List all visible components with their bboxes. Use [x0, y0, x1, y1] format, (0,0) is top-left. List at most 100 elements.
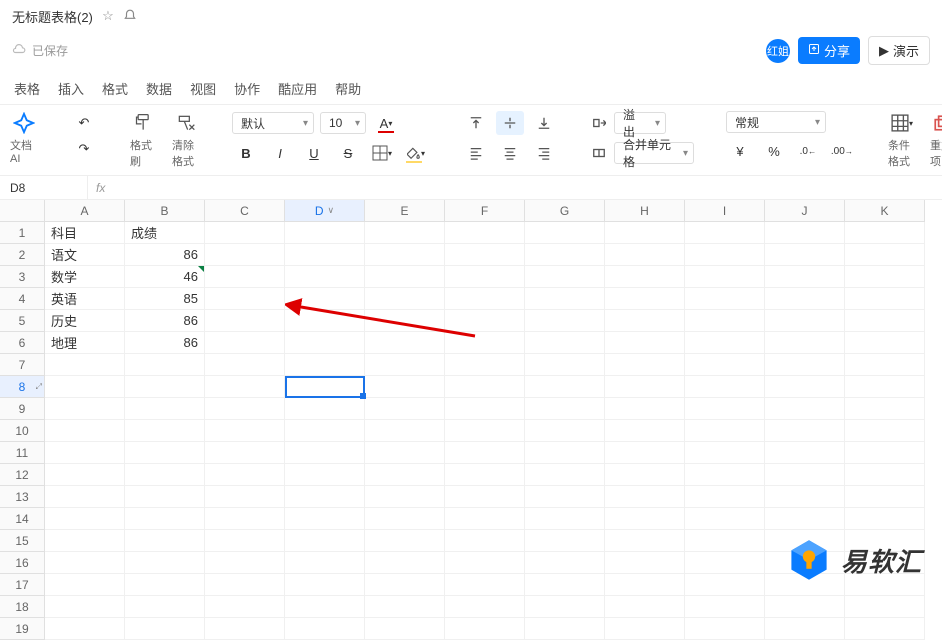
cell-J7[interactable]: [765, 354, 845, 376]
cell-D17[interactable]: [285, 574, 365, 596]
cell-K17[interactable]: [845, 574, 925, 596]
row-header-11[interactable]: 11: [0, 442, 45, 464]
fx-icon[interactable]: fx: [88, 181, 113, 195]
cell-D18[interactable]: [285, 596, 365, 618]
cell-J17[interactable]: [765, 574, 845, 596]
cell-A2[interactable]: 语文: [45, 244, 125, 266]
cell-D7[interactable]: [285, 354, 365, 376]
valign-top-icon[interactable]: [462, 111, 490, 135]
wrap-icon[interactable]: [590, 111, 608, 135]
cell-H4[interactable]: [605, 288, 685, 310]
cell-I6[interactable]: [685, 332, 765, 354]
menu-coolapp[interactable]: 酷应用: [278, 79, 317, 98]
cell-H1[interactable]: [605, 222, 685, 244]
cell-B13[interactable]: [125, 486, 205, 508]
col-header-A[interactable]: A: [45, 200, 125, 222]
col-header-I[interactable]: I: [685, 200, 765, 222]
cell-A13[interactable]: [45, 486, 125, 508]
cell-B17[interactable]: [125, 574, 205, 596]
cell-E3[interactable]: [365, 266, 445, 288]
cell-D15[interactable]: [285, 530, 365, 552]
cell-D13[interactable]: [285, 486, 365, 508]
cell-H13[interactable]: [605, 486, 685, 508]
clear-format-icon[interactable]: [172, 111, 200, 135]
cell-K16[interactable]: [845, 552, 925, 574]
cell-B12[interactable]: [125, 464, 205, 486]
cell-A4[interactable]: 英语: [45, 288, 125, 310]
cell-D5[interactable]: [285, 310, 365, 332]
cell-I4[interactable]: [685, 288, 765, 310]
cell-F12[interactable]: [445, 464, 525, 486]
cell-J19[interactable]: [765, 618, 845, 640]
cell-A14[interactable]: [45, 508, 125, 530]
cell-H3[interactable]: [605, 266, 685, 288]
cell-B14[interactable]: [125, 508, 205, 530]
cell-H6[interactable]: [605, 332, 685, 354]
cell-D2[interactable]: [285, 244, 365, 266]
cell-G10[interactable]: [525, 420, 605, 442]
row-header-12[interactable]: 12: [0, 464, 45, 486]
cell-G3[interactable]: [525, 266, 605, 288]
cell-E12[interactable]: [365, 464, 445, 486]
row-header-3[interactable]: 3: [0, 266, 45, 288]
cell-F18[interactable]: [445, 596, 525, 618]
conditional-format-icon[interactable]: ▾: [888, 111, 916, 135]
cell-F10[interactable]: [445, 420, 525, 442]
cell-F1[interactable]: [445, 222, 525, 244]
row-header-15[interactable]: 15: [0, 530, 45, 552]
cell-K14[interactable]: [845, 508, 925, 530]
cell-H10[interactable]: [605, 420, 685, 442]
cell-B11[interactable]: [125, 442, 205, 464]
cell-D10[interactable]: [285, 420, 365, 442]
cell-reference[interactable]: D8: [0, 176, 88, 199]
cell-D19[interactable]: [285, 618, 365, 640]
cell-G7[interactable]: [525, 354, 605, 376]
size-select[interactable]: 10: [320, 112, 366, 134]
cell-D12[interactable]: [285, 464, 365, 486]
cell-I15[interactable]: [685, 530, 765, 552]
cell-C12[interactable]: [205, 464, 285, 486]
cell-F14[interactable]: [445, 508, 525, 530]
row-header-5[interactable]: 5: [0, 310, 45, 332]
col-header-B[interactable]: B: [125, 200, 205, 222]
number-format-select[interactable]: 常规: [726, 111, 826, 133]
row-header-17[interactable]: 17: [0, 574, 45, 596]
cell-B2[interactable]: 86: [125, 244, 205, 266]
cell-G2[interactable]: [525, 244, 605, 266]
cell-G12[interactable]: [525, 464, 605, 486]
menu-insert[interactable]: 插入: [58, 79, 84, 98]
cell-G6[interactable]: [525, 332, 605, 354]
cell-C5[interactable]: [205, 310, 285, 332]
cell-J3[interactable]: [765, 266, 845, 288]
cell-H2[interactable]: [605, 244, 685, 266]
cell-C8[interactable]: [205, 376, 285, 398]
cell-I12[interactable]: [685, 464, 765, 486]
row-header-1[interactable]: 1: [0, 222, 45, 244]
cell-D3[interactable]: [285, 266, 365, 288]
cell-H5[interactable]: [605, 310, 685, 332]
cell-H9[interactable]: [605, 398, 685, 420]
col-header-E[interactable]: E: [365, 200, 445, 222]
cell-I18[interactable]: [685, 596, 765, 618]
row-header-18[interactable]: 18: [0, 596, 45, 618]
cell-G14[interactable]: [525, 508, 605, 530]
cell-C6[interactable]: [205, 332, 285, 354]
cell-E4[interactable]: [365, 288, 445, 310]
menu-view[interactable]: 视图: [190, 79, 216, 98]
share-button[interactable]: 分享: [798, 37, 860, 64]
cell-A15[interactable]: [45, 530, 125, 552]
present-button[interactable]: ▶ 演示: [868, 36, 930, 65]
align-center-icon[interactable]: [496, 141, 524, 165]
select-all-corner[interactable]: [0, 200, 45, 222]
cell-H11[interactable]: [605, 442, 685, 464]
cell-A8[interactable]: [45, 376, 125, 398]
cell-D8[interactable]: [285, 376, 365, 398]
cell-J4[interactable]: [765, 288, 845, 310]
cell-D4[interactable]: [285, 288, 365, 310]
cell-F5[interactable]: [445, 310, 525, 332]
row-header-8[interactable]: 8⤢: [0, 376, 45, 398]
cell-G18[interactable]: [525, 596, 605, 618]
cell-K13[interactable]: [845, 486, 925, 508]
valign-bottom-icon[interactable]: [530, 111, 558, 135]
cell-C14[interactable]: [205, 508, 285, 530]
